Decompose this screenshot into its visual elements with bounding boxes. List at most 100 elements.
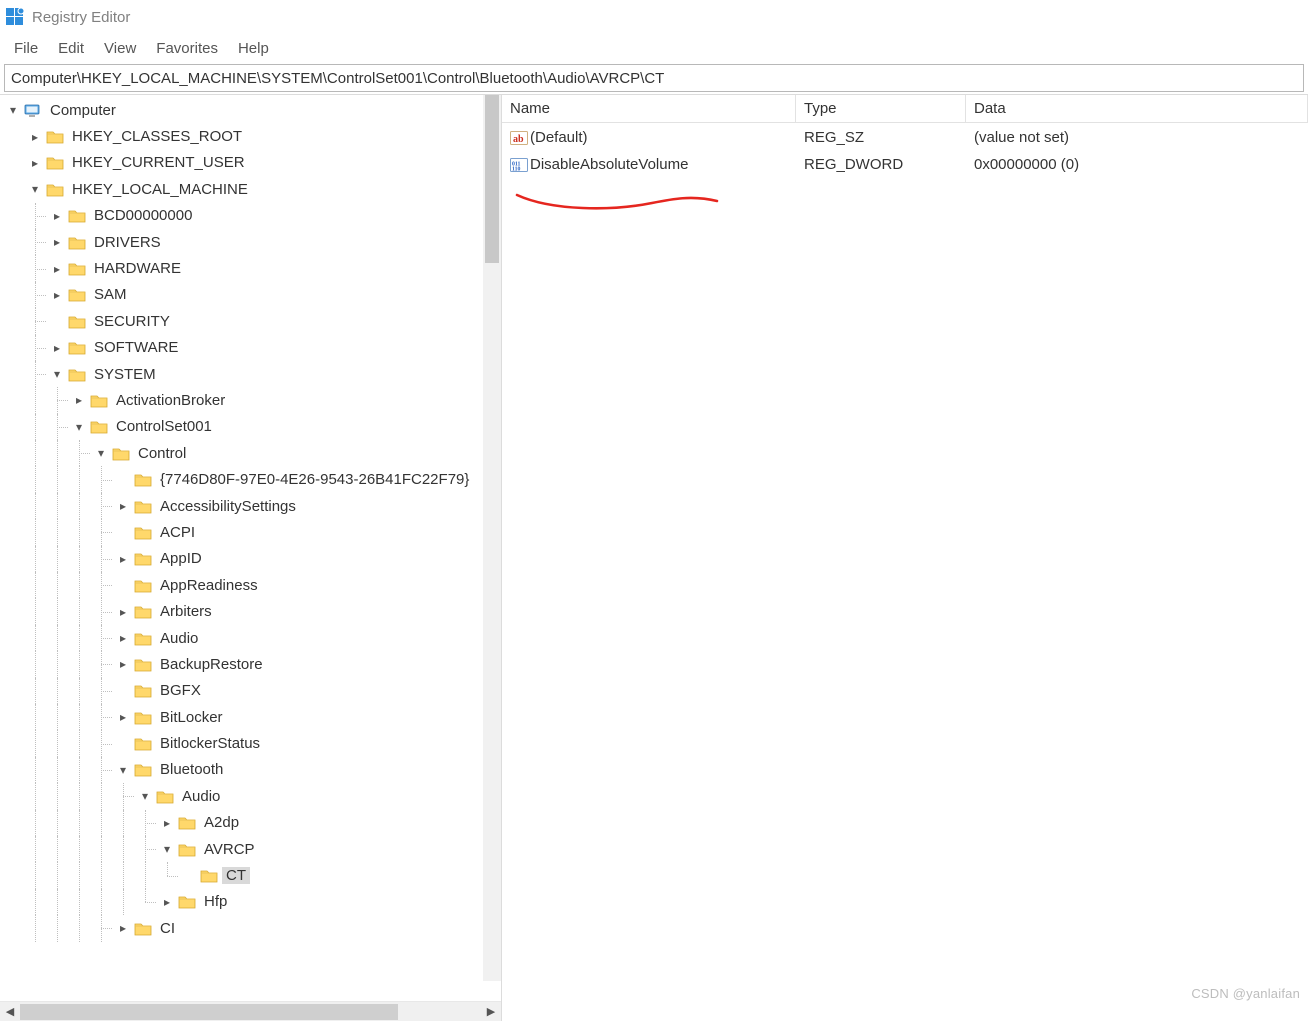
scrollbar-thumb[interactable] bbox=[20, 1004, 398, 1020]
chevron-right-icon[interactable]: ▸ bbox=[46, 229, 68, 255]
folder-icon bbox=[68, 340, 86, 355]
folder-icon bbox=[134, 921, 152, 936]
chevron-right-icon[interactable]: ▸ bbox=[112, 704, 134, 730]
tree-node-avrcp[interactable]: ▾ AVRCP bbox=[2, 836, 501, 862]
tree-node[interactable]: ▸ Hfp bbox=[2, 889, 501, 915]
list-row[interactable]: DisableAbsoluteVolume REG_DWORD 0x000000… bbox=[502, 151, 1308, 178]
regedit-icon bbox=[6, 8, 24, 26]
chevron-right-icon[interactable]: ▸ bbox=[24, 150, 46, 176]
tree-node[interactable]: ACPI bbox=[2, 519, 501, 545]
tree-node[interactable]: ▸ BCD00000000 bbox=[2, 203, 501, 229]
chevron-down-icon[interactable]: ▾ bbox=[68, 414, 90, 440]
chevron-down-icon[interactable]: ▾ bbox=[24, 176, 46, 202]
menu-help[interactable]: Help bbox=[228, 36, 279, 61]
chevron-right-icon[interactable]: ▸ bbox=[112, 915, 134, 941]
tree-node[interactable]: ▸ SOFTWARE bbox=[2, 335, 501, 361]
tree-label: HKEY_LOCAL_MACHINE bbox=[68, 181, 252, 198]
value-type: REG_DWORD bbox=[796, 156, 966, 173]
tree-node[interactable]: BGFX bbox=[2, 678, 501, 704]
horizontal-scrollbar[interactable]: ◀ ▶ bbox=[0, 1001, 501, 1021]
tree-node-hklm[interactable]: ▾ HKEY_LOCAL_MACHINE bbox=[2, 176, 501, 202]
menubar: File Edit View Favorites Help bbox=[0, 34, 1308, 62]
tree-node-bluetooth-audio[interactable]: ▾ Audio bbox=[2, 783, 501, 809]
menu-file[interactable]: File bbox=[4, 36, 48, 61]
tree-label: SECURITY bbox=[90, 313, 174, 330]
tree-node-hkcr[interactable]: ▸ HKEY_CLASSES_ROOT bbox=[2, 123, 501, 149]
tree-node[interactable]: ▸ BitLocker bbox=[2, 704, 501, 730]
chevron-down-icon[interactable]: ▾ bbox=[46, 361, 68, 387]
folder-icon bbox=[134, 472, 152, 487]
list-row[interactable]: (Default) REG_SZ (value not set) bbox=[502, 124, 1308, 151]
watermark: CSDN @yanlaifan bbox=[1191, 986, 1300, 1001]
scroll-right-icon[interactable]: ▶ bbox=[481, 1002, 501, 1021]
chevron-right-icon[interactable]: ▸ bbox=[68, 387, 90, 413]
chevron-down-icon[interactable]: ▾ bbox=[90, 440, 112, 466]
chevron-right-icon[interactable]: ▸ bbox=[46, 282, 68, 308]
folder-icon bbox=[68, 235, 86, 250]
blank-expander bbox=[46, 308, 68, 334]
folder-icon bbox=[90, 419, 108, 434]
tree-node[interactable]: AppReadiness bbox=[2, 572, 501, 598]
tree-node[interactable]: ▸ Audio bbox=[2, 625, 501, 651]
column-header-data[interactable]: Data bbox=[966, 95, 1308, 122]
address-bar[interactable] bbox=[4, 64, 1304, 92]
value-type: REG_SZ bbox=[796, 129, 966, 146]
tree-node[interactable]: ▸ ActivationBroker bbox=[2, 387, 501, 413]
chevron-right-icon[interactable]: ▸ bbox=[46, 203, 68, 229]
chevron-down-icon[interactable]: ▾ bbox=[2, 97, 24, 123]
tree-label: Bluetooth bbox=[156, 761, 227, 778]
binary-value-icon bbox=[510, 156, 528, 174]
menu-view[interactable]: View bbox=[94, 36, 146, 61]
tree-label: SOFTWARE bbox=[90, 339, 182, 356]
tree-node-ct[interactable]: CT bbox=[2, 862, 501, 888]
tree-node-controlset001[interactable]: ▾ ControlSet001 bbox=[2, 414, 501, 440]
tree-node[interactable]: {7746D80F-97E0-4E26-9543-26B41FC22F79} bbox=[2, 466, 501, 492]
tree-pane: ▾ Computer ▸ HKEY_CLASSES_ROOT ▸ bbox=[0, 95, 502, 1021]
chevron-down-icon[interactable]: ▾ bbox=[156, 836, 178, 862]
menu-edit[interactable]: Edit bbox=[48, 36, 94, 61]
chevron-right-icon[interactable]: ▸ bbox=[24, 123, 46, 149]
chevron-right-icon[interactable]: ▸ bbox=[46, 255, 68, 281]
chevron-right-icon[interactable]: ▸ bbox=[112, 493, 134, 519]
folder-icon bbox=[68, 367, 86, 382]
tree-node[interactable]: ▸ Arbiters bbox=[2, 598, 501, 624]
tree-node-control[interactable]: ▾ Control bbox=[2, 440, 501, 466]
chevron-right-icon[interactable]: ▸ bbox=[156, 889, 178, 915]
tree-label: BackupRestore bbox=[156, 656, 267, 673]
tree-node[interactable]: ▸ AccessibilitySettings bbox=[2, 493, 501, 519]
scroll-left-icon[interactable]: ◀ bbox=[0, 1002, 20, 1021]
tree-node[interactable]: BitlockerStatus bbox=[2, 730, 501, 756]
chevron-down-icon[interactable]: ▾ bbox=[134, 783, 156, 809]
folder-icon bbox=[178, 894, 196, 909]
tree-node[interactable]: SECURITY bbox=[2, 308, 501, 334]
tree-node[interactable]: ▸ A2dp bbox=[2, 810, 501, 836]
vertical-scrollbar[interactable] bbox=[483, 95, 501, 981]
tree-node[interactable]: ▸ BackupRestore bbox=[2, 651, 501, 677]
tree-node[interactable]: ▸ AppID bbox=[2, 546, 501, 572]
tree-label: HKEY_CURRENT_USER bbox=[68, 154, 249, 171]
column-header-type[interactable]: Type bbox=[796, 95, 966, 122]
chevron-right-icon[interactable]: ▸ bbox=[46, 335, 68, 361]
chevron-right-icon[interactable]: ▸ bbox=[112, 651, 134, 677]
tree-node[interactable]: ▸ SAM bbox=[2, 282, 501, 308]
chevron-right-icon[interactable]: ▸ bbox=[112, 598, 134, 624]
chevron-right-icon[interactable]: ▸ bbox=[112, 546, 134, 572]
computer-icon bbox=[24, 103, 42, 118]
menu-favorites[interactable]: Favorites bbox=[146, 36, 228, 61]
tree-node[interactable]: ▸ CI bbox=[2, 915, 501, 941]
tree-label: Audio bbox=[156, 630, 202, 647]
column-header-name[interactable]: Name bbox=[502, 95, 796, 122]
scrollbar-thumb[interactable] bbox=[485, 95, 499, 263]
tree-node[interactable]: ▸ HARDWARE bbox=[2, 255, 501, 281]
chevron-right-icon[interactable]: ▸ bbox=[156, 810, 178, 836]
chevron-down-icon[interactable]: ▾ bbox=[112, 757, 134, 783]
tree-node[interactable]: ▸ DRIVERS bbox=[2, 229, 501, 255]
tree-label: AppReadiness bbox=[156, 577, 262, 594]
tree-node-system[interactable]: ▾ SYSTEM bbox=[2, 361, 501, 387]
tree-node-computer[interactable]: ▾ Computer bbox=[2, 97, 501, 123]
blank-expander bbox=[112, 678, 134, 704]
chevron-right-icon[interactable]: ▸ bbox=[112, 625, 134, 651]
tree-node-hkcu[interactable]: ▸ HKEY_CURRENT_USER bbox=[2, 150, 501, 176]
tree-node-bluetooth[interactable]: ▾ Bluetooth bbox=[2, 757, 501, 783]
tree-label: Audio bbox=[178, 788, 224, 805]
